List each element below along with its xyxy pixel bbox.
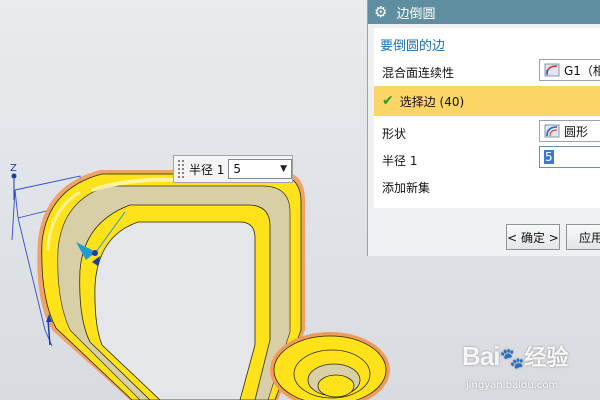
dialog-title: 边倒圆 (396, 6, 436, 22)
shape-select[interactable]: 圆形 (539, 120, 600, 142)
circular-shape-icon (544, 124, 560, 138)
axis-triad: Z (10, 163, 17, 200)
baidu-watermark: Bai🐾经验 jingyan.baidu.com (462, 340, 569, 391)
radius-popup-label: 半径 1 (188, 162, 225, 177)
blend-continuity-icon (544, 63, 560, 77)
shape-label: 形状 (382, 127, 407, 141)
section-title[interactable]: 要倒圆的边 (380, 35, 445, 54)
continuity-select[interactable]: G1（相 (539, 59, 600, 81)
radius-label: 半径 1 (382, 154, 418, 168)
dialog-titlebar[interactable]: ⚙ 边倒圆 (368, 0, 600, 24)
dialog-body: 要倒圆的边 混合面连续性 G1（相 ✔ 选择边 (40) 形状 圆形 半径 1 (374, 28, 600, 208)
gear-icon[interactable]: ⚙ (374, 3, 387, 21)
watermark-brand: Bai (462, 341, 500, 371)
continuity-value: G1（相 (564, 63, 600, 78)
radius-input[interactable]: 5 (539, 146, 600, 168)
select-edge-row[interactable]: ✔ 选择边 (40) (374, 86, 600, 116)
shape-value: 圆形 (564, 124, 589, 139)
watermark-url: jingyan.baidu.com (466, 380, 559, 391)
radius-on-screen-input[interactable]: 半径 1 5 ▼ (173, 155, 293, 183)
axis-z-label: Z (10, 163, 17, 174)
apply-button[interactable]: 应用 (566, 224, 600, 250)
radius-input-value[interactable]: 5 (544, 150, 554, 164)
watermark-brand-suffix: 经验 (524, 346, 569, 371)
radius-popup-value[interactable]: 5 (233, 162, 241, 176)
ok-button[interactable]: < 确定 > (506, 224, 560, 250)
edge-blend-dialog: ⚙ 边倒圆 要倒圆的边 混合面连续性 G1（相 ✔ 选择边 (40) 形状 圆形 (367, 0, 600, 256)
chevron-down-icon[interactable]: ▼ (280, 164, 291, 174)
select-edge-label: 选择边 (40) (399, 94, 465, 109)
continuity-label: 混合面连续性 (382, 66, 455, 80)
checkmark-icon: ✔ (382, 93, 394, 109)
radius-popup-combo[interactable]: 5 ▼ (228, 159, 292, 179)
drag-grip-icon[interactable] (177, 159, 185, 179)
add-new-set-label[interactable]: 添加新集 (382, 179, 430, 196)
paw-icon: 🐾 (499, 346, 525, 370)
